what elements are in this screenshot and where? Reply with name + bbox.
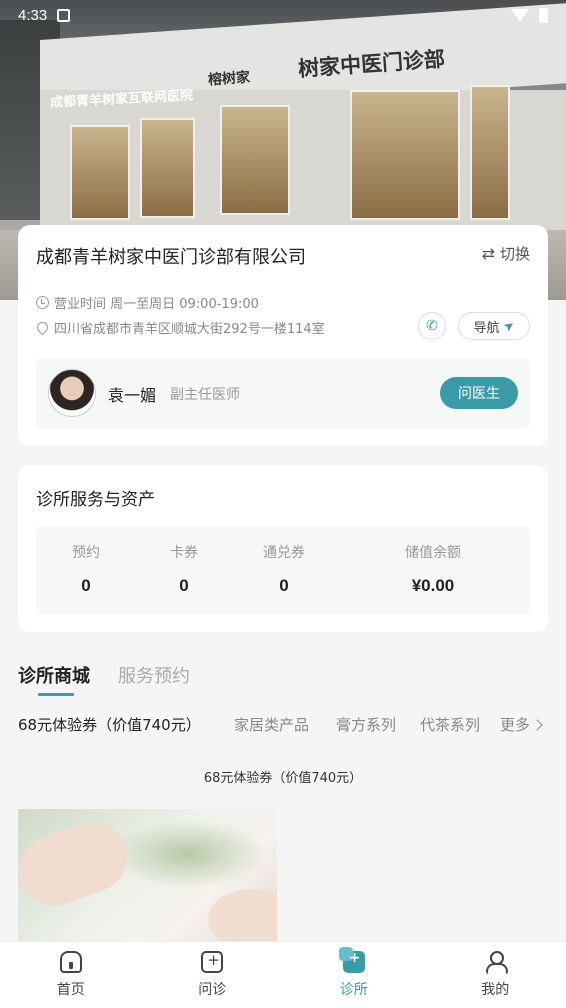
switch-clinic-button[interactable]: ⇄ 切换 xyxy=(482,243,530,264)
hero-window xyxy=(70,125,130,220)
asset-appointments[interactable]: 预约 0 xyxy=(68,542,104,596)
category-item-trial-voucher[interactable]: 68元体验券（价值740元） xyxy=(18,714,201,735)
consult-icon xyxy=(201,951,224,973)
navigate-button[interactable]: 导航 ➤ xyxy=(458,312,530,340)
navigate-label: 导航 xyxy=(473,320,500,336)
clock-icon xyxy=(36,296,49,309)
hero-sign-brand: 榕树家 xyxy=(207,69,251,89)
clinic-assets-card: 诊所服务与资产 预约 0 卡券 0 通兑券 0 储值余额 ¥0.00 xyxy=(18,465,548,632)
product-image-leaf xyxy=(108,819,268,889)
asset-value: 0 xyxy=(279,576,289,595)
tab-clinic-mall[interactable]: 诊所商城 xyxy=(18,662,90,688)
wifi-icon xyxy=(511,8,529,22)
navigation-arrow-icon: ➤ xyxy=(500,316,518,336)
section-title: 68元体验券（价值740元） xyxy=(203,771,363,786)
chevron-right-icon xyxy=(531,718,543,731)
clinic-address-text: 四川省成都市青羊区顺城大街292号一楼114室 xyxy=(54,322,325,337)
clinic-icon xyxy=(338,947,365,973)
clinic-address: 四川省成都市青羊区顺城大街292号一楼114室 xyxy=(34,318,325,337)
more-label: 更多 xyxy=(500,716,531,734)
tab-indicator xyxy=(38,693,74,696)
clinic-card: 成都青羊树家中医门诊部有限公司 ⇄ 切换 营业时间 周一至周日 09:00-19… xyxy=(18,225,548,446)
bottom-navigation: 首页 问诊 诊所 我的 xyxy=(0,941,566,1008)
asset-balance[interactable]: 储值余额 ¥0.00 xyxy=(398,542,468,596)
tab-service-booking[interactable]: 服务预约 xyxy=(118,662,190,688)
hero-window xyxy=(470,85,510,220)
location-pin-icon xyxy=(34,319,51,336)
nav-item-me[interactable]: 我的 xyxy=(425,942,566,1008)
doctor-avatar xyxy=(48,369,96,417)
profile-icon xyxy=(484,951,509,974)
asset-coupons[interactable]: 卡券 0 xyxy=(166,542,202,596)
notification-icon xyxy=(57,8,71,22)
nav-label: 诊所 xyxy=(339,982,368,998)
category-item-home-products[interactable]: 家居类产品 xyxy=(234,714,309,735)
asset-value: 0 xyxy=(179,576,189,595)
nav-item-home[interactable]: 首页 xyxy=(0,942,142,1008)
clinic-hours-text: 营业时间 周一至周日 09:00-19:00 xyxy=(54,297,259,312)
nav-item-consult[interactable]: 问诊 xyxy=(142,942,284,1008)
nav-label: 首页 xyxy=(56,982,85,998)
assets-title: 诊所服务与资产 xyxy=(36,490,155,510)
asset-value: 0 xyxy=(81,576,91,595)
asset-vouchers[interactable]: 通兑券 0 xyxy=(258,542,310,596)
status-time: 4:33 xyxy=(18,6,48,24)
product-image-hand xyxy=(18,812,137,916)
category-item-paste-series[interactable]: 膏方系列 xyxy=(336,714,396,735)
nav-item-clinic[interactable]: 诊所 xyxy=(283,942,425,1008)
ask-doctor-button[interactable]: 问医生 xyxy=(440,377,518,409)
product-image-face xyxy=(208,889,277,949)
hero-window xyxy=(350,90,460,220)
status-bar: 4:33 xyxy=(0,0,566,30)
asset-label: 储值余额 xyxy=(405,545,461,561)
doctor-title: 副主任医师 xyxy=(170,387,240,403)
doctor-row: 袁一媚 副主任医师 问医生 xyxy=(36,358,530,429)
doctor-name: 袁一媚 xyxy=(108,386,157,405)
call-button[interactable]: ✆ xyxy=(418,312,446,340)
nav-label: 问诊 xyxy=(198,982,227,998)
switch-label: 切换 xyxy=(499,245,530,263)
asset-label: 通兑券 xyxy=(263,545,305,561)
asset-value: ¥0.00 xyxy=(411,576,455,595)
home-icon xyxy=(59,951,82,973)
phone-icon: ✆ xyxy=(426,318,438,334)
swap-icon: ⇄ xyxy=(481,244,495,263)
category-more-button[interactable]: 更多 xyxy=(500,714,543,735)
clinic-name: 成都青羊树家中医门诊部有限公司 xyxy=(36,247,306,268)
battery-icon xyxy=(539,7,548,23)
asset-label: 卡券 xyxy=(170,545,198,561)
hero-window xyxy=(220,105,290,215)
nav-label: 我的 xyxy=(481,982,510,998)
product-image[interactable] xyxy=(18,809,277,949)
asset-label: 预约 xyxy=(72,545,100,561)
hero-window xyxy=(140,118,195,218)
assets-stats: 预约 0 卡券 0 通兑券 0 储值余额 ¥0.00 xyxy=(36,526,530,614)
category-item-tea-series[interactable]: 代茶系列 xyxy=(420,714,480,735)
clinic-hours: 营业时间 周一至周日 09:00-19:00 xyxy=(36,293,259,312)
